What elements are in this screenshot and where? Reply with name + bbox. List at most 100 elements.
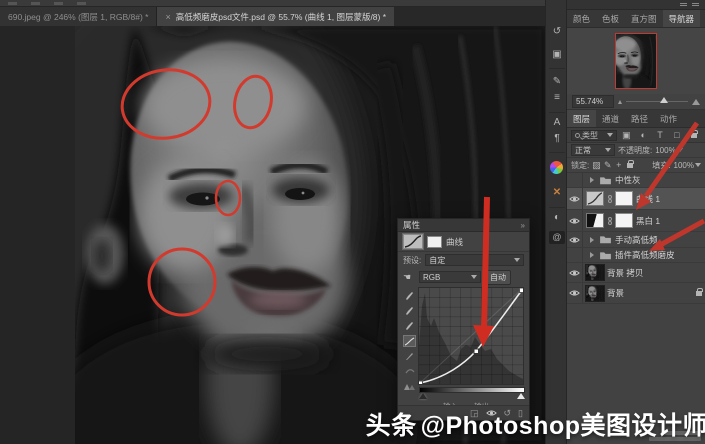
photo-credit-watermark: [649, 429, 701, 441]
filter-smart-objects-icon[interactable]: [686, 130, 701, 141]
chevron-down-icon: [607, 133, 613, 137]
close-tab-icon[interactable]: ×: [165, 12, 170, 22]
visibility-toggle[interactable]: [567, 173, 583, 187]
libraries-panel-icon[interactable]: @: [549, 231, 565, 244]
tab-paths[interactable]: 路径: [625, 110, 654, 127]
histogram-clip-icon[interactable]: [403, 380, 416, 392]
layer-mask-thumbnail[interactable]: [615, 191, 633, 206]
properties-header[interactable]: 属性 »: [398, 219, 529, 232]
eye-icon: [569, 195, 580, 203]
zoom-in-icon[interactable]: [692, 99, 700, 105]
targeted-adjustment-icon[interactable]: ☚: [403, 272, 415, 282]
chevron-right-icon[interactable]: [590, 177, 594, 183]
tab-layers[interactable]: 图层: [567, 110, 596, 127]
lock-position-icon[interactable]: +: [615, 160, 623, 171]
layer-mask-thumbnail[interactable]: [615, 213, 633, 228]
opacity-value: 100%: [655, 146, 675, 155]
layer-row-background-copy[interactable]: 背景 拷贝: [567, 263, 705, 283]
navigator-zoom-row: 55.74%: [567, 94, 705, 110]
curve-selected-node: [474, 349, 479, 354]
clone-source-panel-icon[interactable]: ▣: [546, 47, 568, 63]
preset-select[interactable]: 自定: [425, 254, 524, 266]
visibility-toggle[interactable]: [567, 188, 583, 209]
gray-point-eyedropper-icon[interactable]: [403, 305, 416, 317]
layer-row-group-plugin-freq[interactable]: 插件高低频磨皮: [567, 248, 705, 263]
right-panel: 颜色 色板 直方图 导航器 55.74% 图层 通道 路径 动作 类型: [567, 0, 705, 444]
eye-icon: [569, 236, 580, 244]
document-tab-inactive[interactable]: 690.jpeg @ 246% (图层 1, RGB/8#) *: [0, 7, 157, 26]
highlights-slider[interactable]: [517, 393, 525, 399]
brush-settings-panel-icon[interactable]: ✎: [546, 74, 568, 90]
channel-select[interactable]: RGB: [419, 271, 481, 283]
zoom-out-icon[interactable]: [618, 100, 622, 104]
layer-row-black-white-1[interactable]: 黑白 1: [567, 210, 705, 232]
filter-adjustment-layers-icon[interactable]: ◐: [636, 130, 651, 141]
folder-icon: [599, 235, 612, 244]
info-panel-icon[interactable]: ◐: [546, 210, 568, 226]
zoom-slider[interactable]: [626, 101, 688, 102]
shadows-slider[interactable]: [419, 393, 427, 399]
mask-link-icon[interactable]: [607, 195, 612, 203]
navigator-thumbnail[interactable]: [616, 34, 656, 88]
tab-color[interactable]: 颜色: [567, 10, 596, 27]
visibility-toggle[interactable]: [567, 210, 583, 231]
tab-channels[interactable]: 通道: [596, 110, 625, 127]
panel-group-header: [567, 0, 705, 10]
mask-icon: [427, 236, 442, 248]
blend-mode-select[interactable]: 正常: [571, 144, 615, 156]
zoom-slider-thumb[interactable]: [660, 97, 668, 103]
auto-button[interactable]: 自动: [485, 270, 511, 285]
properties-title: 属性: [403, 219, 420, 231]
visibility-toggle[interactable]: [567, 232, 583, 247]
smooth-curve-icon[interactable]: [403, 365, 416, 377]
color-wheel-panel-icon[interactable]: [550, 161, 563, 174]
lock-transparency-icon[interactable]: ▨: [592, 160, 601, 171]
lock-all-icon[interactable]: [627, 163, 633, 168]
black-point-eyedropper-icon[interactable]: [403, 290, 416, 302]
chevron-right-icon[interactable]: [590, 252, 594, 258]
fill-select[interactable]: 100%: [674, 161, 701, 170]
blend-mode-value: 正常: [575, 145, 591, 156]
tab-histogram[interactable]: 直方图: [625, 10, 663, 27]
layer-row-curves-1[interactable]: 曲线 1: [567, 188, 705, 210]
document-tab-active[interactable]: × 高低频磨皮psd文件.psd @ 55.7% (曲线 1, 图层蒙版/8) …: [157, 7, 394, 26]
filter-pixel-layers-icon[interactable]: ▣: [619, 130, 634, 141]
lock-pixels-icon[interactable]: ✎: [604, 160, 612, 171]
collapse-panel-icon[interactable]: »: [521, 221, 524, 230]
visibility-toggle[interactable]: [567, 283, 583, 303]
mask-link-icon[interactable]: [607, 217, 612, 225]
pencil-tool-icon[interactable]: [403, 350, 416, 362]
curves-adjustment-thumbnail[interactable]: [586, 191, 604, 206]
filter-shape-layers-icon[interactable]: □: [669, 130, 684, 141]
edit-points-tool-icon[interactable]: [403, 335, 416, 347]
chevron-right-icon[interactable]: [590, 237, 594, 243]
layer-thumbnail[interactable]: [586, 265, 604, 280]
glyphs-panel-icon[interactable]: ✕: [546, 185, 568, 201]
layer-thumbnail[interactable]: [586, 286, 604, 301]
adjustment-label: 曲线: [446, 236, 463, 248]
layer-row-group-manual-freq[interactable]: 手动高低频: [567, 232, 705, 248]
visibility-toggle[interactable]: [567, 248, 583, 262]
tab-navigator[interactable]: 导航器: [663, 10, 701, 27]
zoom-value-field[interactable]: 55.74%: [572, 95, 614, 108]
paragraph-panel-icon[interactable]: ¶: [546, 131, 568, 147]
eye-icon: [569, 217, 580, 225]
watermark-brand: 头条: [366, 412, 417, 440]
tab-actions[interactable]: 动作: [654, 110, 683, 127]
curves-grid[interactable]: [419, 288, 523, 384]
white-point-eyedropper-icon[interactable]: [403, 320, 416, 332]
black-white-adjustment-thumbnail[interactable]: [586, 213, 604, 228]
layer-row-background[interactable]: 背景: [567, 283, 705, 304]
layer-row-group-neutral-gray[interactable]: 中性灰: [567, 173, 705, 188]
adjustments-panel-icon[interactable]: ≡: [546, 90, 568, 106]
curves-editor: 输入: 输出:: [398, 286, 529, 412]
layer-name: 插件高低频磨皮: [615, 249, 675, 261]
filter-type-layers-icon[interactable]: T: [653, 130, 668, 141]
tab-swatches[interactable]: 色板: [596, 10, 625, 27]
layers-tab-row: 图层 通道 路径 动作: [567, 110, 705, 128]
layer-filter-type-select[interactable]: 类型: [571, 130, 617, 141]
character-panel-icon[interactable]: A: [546, 115, 568, 131]
history-panel-icon[interactable]: ↺: [546, 24, 568, 40]
opacity-select[interactable]: 100%: [655, 146, 682, 155]
visibility-toggle[interactable]: [567, 263, 583, 282]
